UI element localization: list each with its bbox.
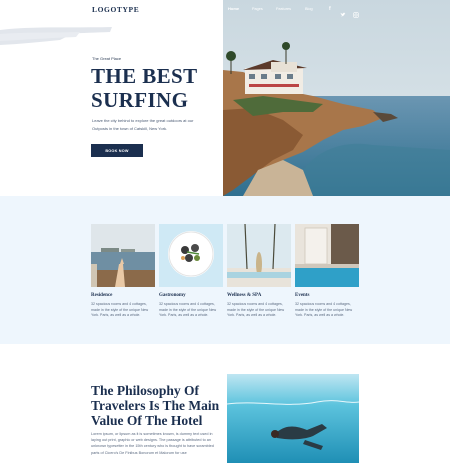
twitter-icon[interactable]: [340, 5, 346, 23]
nav-item-pages[interactable]: Pages: [252, 7, 263, 11]
feature-card-events[interactable]: Events 32 spacious rooms and 4 cottages,…: [295, 224, 359, 317]
logo[interactable]: LOGOTYPE: [92, 5, 139, 14]
hero-description: Leave the city behind to explore the gre…: [92, 118, 194, 131]
nav-item-home[interactable]: Home: [228, 6, 239, 11]
feature-text: 32 spacious rooms and 4 cottages, made i…: [91, 302, 149, 318]
feature-card-wellness-spa[interactable]: Wellness & SPA 32 spacious rooms and 4 c…: [227, 224, 291, 317]
philosophy-text: Lorem ipsum, or lipsum as it is sometime…: [91, 432, 214, 455]
events-image: [295, 224, 359, 287]
feature-title: Residence: [91, 293, 113, 298]
instagram-icon[interactable]: [353, 5, 359, 23]
book-now-button[interactable]: BOOK NOW: [91, 144, 143, 157]
underwater-image: [227, 374, 359, 463]
feature-text: 32 spacious rooms and 4 cottages, made i…: [159, 302, 217, 318]
hero-title-line2: SURFING: [91, 88, 189, 112]
nav-item-features[interactable]: Features: [276, 7, 291, 11]
feature-card-residence[interactable]: Residence 32 spacious rooms and 4 cottag…: [91, 224, 155, 317]
wellness-image: [227, 224, 291, 287]
hero-kicker: The Great Place: [92, 56, 122, 61]
feature-title: Events: [295, 293, 310, 298]
nav-item-blog[interactable]: Blog: [305, 7, 313, 11]
features-section: [0, 196, 450, 344]
philosophy-title: The Philosophy Of Travelers Is The Main …: [91, 383, 220, 428]
feature-card-gastronomy[interactable]: Gastronomy 32 spacious rooms and 4 cotta…: [159, 224, 223, 317]
feature-text: 32 spacious rooms and 4 cottages, made i…: [295, 302, 353, 318]
feature-text: 32 spacious rooms and 4 cottages, made i…: [227, 302, 285, 318]
facebook-icon[interactable]: f: [329, 6, 331, 12]
residence-image: [91, 224, 155, 287]
feature-title: Gastronomy: [159, 293, 186, 298]
gastronomy-image: [159, 224, 223, 287]
brush-stroke-decoration: [0, 27, 112, 45]
hero-title-line1: THE BEST: [91, 64, 198, 88]
hero-image: [223, 0, 450, 196]
feature-title: Wellness & SPA: [227, 293, 262, 298]
hero-title: THE BEST SURFING: [91, 64, 198, 112]
